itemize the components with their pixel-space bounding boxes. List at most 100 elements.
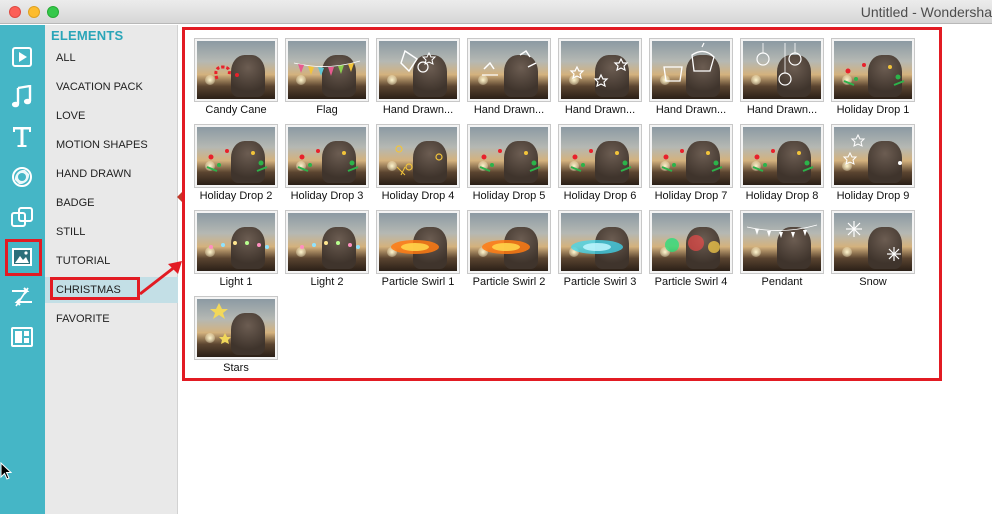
- element-tile[interactable]: Particle Swirl 2: [456, 202, 551, 288]
- element-thumbnail[interactable]: [467, 210, 551, 274]
- category-badge[interactable]: BADGE: [45, 190, 178, 216]
- element-thumbnail[interactable]: [558, 210, 642, 274]
- element-thumbnail[interactable]: [831, 124, 915, 188]
- element-tile[interactable]: Particle Swirl 3: [547, 202, 642, 288]
- effect-preview-icon: [293, 60, 361, 76]
- element-thumbnail[interactable]: [194, 296, 278, 360]
- effect-preview-icon: [571, 240, 623, 254]
- music-icon: [11, 85, 32, 108]
- filter-icon: [12, 167, 32, 187]
- effect-preview-icon: [756, 43, 802, 86]
- filter-button[interactable]: [6, 161, 38, 193]
- text-icon: [13, 127, 31, 147]
- element-label: Snow: [859, 276, 887, 288]
- element-tile[interactable]: Hand Drawn...: [365, 30, 460, 116]
- effect-preview-icon: [210, 303, 231, 344]
- element-thumbnail[interactable]: [740, 38, 824, 102]
- element-label: Stars: [223, 362, 249, 374]
- element-tile[interactable]: Holiday Drop 3: [274, 116, 369, 202]
- element-thumbnail[interactable]: [467, 124, 551, 188]
- element-tile[interactable]: Holiday Drop 9: [820, 116, 915, 202]
- element-thumbnail[interactable]: [285, 38, 369, 102]
- category-heading: ELEMENTS: [51, 28, 124, 43]
- element-thumbnail[interactable]: [558, 38, 642, 102]
- element-thumbnail[interactable]: [558, 124, 642, 188]
- minimize-window-button[interactable]: [28, 6, 40, 18]
- effect-preview-icon: [663, 42, 715, 82]
- close-window-button[interactable]: [9, 6, 21, 18]
- element-thumbnail[interactable]: [831, 38, 915, 102]
- element-thumbnail[interactable]: [376, 38, 460, 102]
- transition-icon: [12, 287, 32, 307]
- element-thumbnail[interactable]: [649, 124, 733, 188]
- effect-preview-icon: [395, 145, 443, 176]
- element-tile[interactable]: Light 2: [274, 202, 369, 288]
- effect-preview-icon: [661, 149, 723, 172]
- element-tile[interactable]: Holiday Drop 7: [638, 116, 733, 202]
- effect-preview-icon: [479, 149, 541, 172]
- music-button[interactable]: [6, 81, 38, 113]
- element-tile[interactable]: Particle Swirl 1: [365, 202, 460, 288]
- element-thumbnail[interactable]: [740, 210, 824, 274]
- effect-preview-icon: [843, 63, 905, 86]
- element-tile[interactable]: Snow: [820, 202, 915, 288]
- elements-grid: Candy Cane Flag Hand Drawn... Hand Drawn...…: [182, 27, 942, 381]
- element-tile[interactable]: Pendant: [729, 202, 824, 288]
- element-thumbnail[interactable]: [831, 210, 915, 274]
- text-button[interactable]: [6, 121, 38, 153]
- transition-button[interactable]: [6, 281, 38, 313]
- category-love[interactable]: LOVE: [45, 103, 178, 129]
- element-tile[interactable]: Hand Drawn...: [638, 30, 733, 116]
- category-all[interactable]: ALL: [45, 45, 178, 71]
- category-hand-drawn[interactable]: HAND DRAWN: [45, 161, 178, 187]
- element-tile[interactable]: Holiday Drop 1: [820, 30, 915, 116]
- split-screen-button[interactable]: [6, 321, 38, 353]
- element-tile[interactable]: Hand Drawn...: [547, 30, 642, 116]
- element-thumbnail[interactable]: [194, 38, 278, 102]
- overlay-icon: [11, 207, 33, 227]
- effect-preview-icon: [569, 57, 629, 88]
- category-vacation-pack[interactable]: VACATION PACK: [45, 74, 178, 100]
- element-thumbnail[interactable]: [649, 38, 733, 102]
- element-tile[interactable]: Hand Drawn...: [729, 30, 824, 116]
- callout-arrow-icon: [139, 261, 182, 296]
- overlay-button[interactable]: [6, 201, 38, 233]
- element-thumbnail[interactable]: [649, 210, 733, 274]
- element-tile[interactable]: Flag: [274, 30, 369, 116]
- effect-preview-icon: [214, 65, 239, 80]
- element-thumbnail[interactable]: [376, 210, 460, 274]
- element-tile[interactable]: Hand Drawn...: [456, 30, 551, 116]
- element-tile[interactable]: Holiday Drop 8: [729, 116, 824, 202]
- element-thumbnail[interactable]: [194, 210, 278, 274]
- element-tile[interactable]: Holiday Drop 5: [456, 116, 551, 202]
- element-tile[interactable]: Stars: [183, 288, 278, 374]
- category-favorite[interactable]: FAVORITE: [45, 306, 178, 332]
- element-thumbnail[interactable]: [285, 124, 369, 188]
- split-screen-icon: [11, 327, 33, 347]
- element-tile[interactable]: Light 1: [183, 202, 278, 288]
- media-button[interactable]: [6, 41, 38, 73]
- element-thumbnail[interactable]: [376, 124, 460, 188]
- category-still[interactable]: STILL: [45, 219, 178, 245]
- element-thumbnail[interactable]: [194, 124, 278, 188]
- element-tile[interactable]: Holiday Drop 6: [547, 116, 642, 202]
- effect-preview-icon: [297, 149, 359, 172]
- effect-preview-icon: [665, 235, 720, 253]
- effect-preview-icon: [846, 221, 901, 261]
- element-thumbnail[interactable]: [740, 124, 824, 188]
- category-motion-shapes[interactable]: MOTION SHAPES: [45, 132, 178, 158]
- element-tile[interactable]: Holiday Drop 4: [365, 116, 460, 202]
- element-thumbnail[interactable]: [285, 210, 369, 274]
- element-thumbnail[interactable]: [467, 38, 551, 102]
- element-tile[interactable]: Particle Swirl 4: [638, 202, 733, 288]
- zoom-window-button[interactable]: [47, 6, 59, 18]
- effect-preview-icon: [206, 149, 268, 172]
- element-tile[interactable]: Candy Cane: [183, 30, 278, 116]
- element-tile[interactable]: Holiday Drop 2: [183, 116, 278, 202]
- effect-preview-icon: [752, 149, 814, 172]
- effect-preview-icon: [209, 241, 269, 249]
- media-icon: [12, 47, 32, 67]
- mouse-cursor-icon: [0, 462, 12, 480]
- effect-preview-icon: [400, 49, 437, 73]
- window-title: Untitled - Wondersha: [860, 4, 992, 20]
